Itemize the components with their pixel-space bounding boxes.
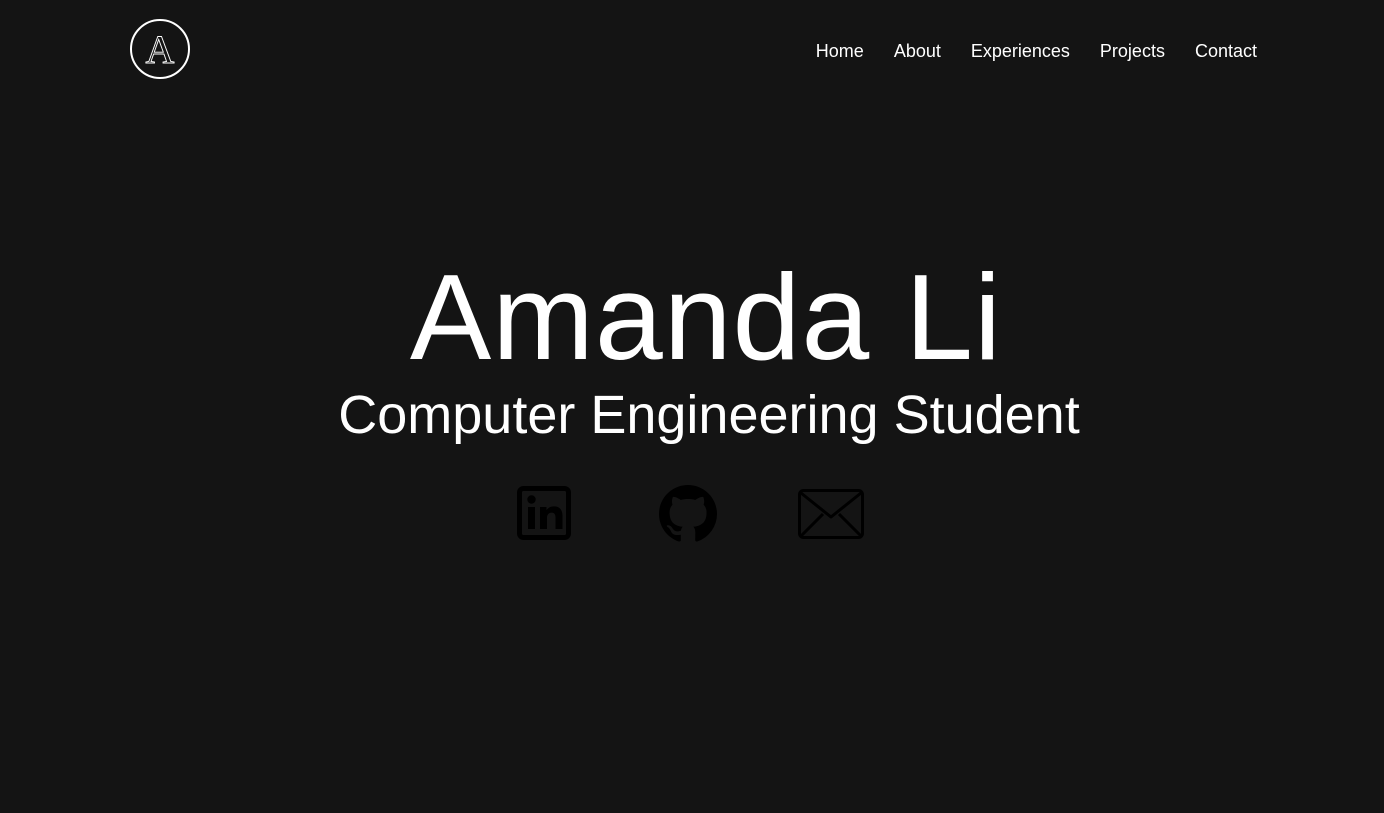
github-icon bbox=[659, 485, 717, 542]
nav-contact[interactable]: Contact bbox=[1195, 39, 1257, 63]
hero-name: Amanda Li bbox=[409, 249, 1003, 385]
logo-button[interactable]: A bbox=[130, 19, 190, 79]
logo-letter: A bbox=[145, 27, 175, 72]
github-link[interactable] bbox=[659, 485, 717, 543]
nav-projects[interactable]: Projects bbox=[1100, 39, 1165, 63]
linkedin-icon bbox=[517, 486, 571, 540]
linkedin-link[interactable] bbox=[517, 486, 571, 540]
nav-experiences[interactable]: Experiences bbox=[971, 39, 1070, 63]
email-link[interactable] bbox=[798, 489, 864, 539]
social-links bbox=[515, 485, 875, 545]
nav-home[interactable]: Home bbox=[816, 39, 864, 63]
mail-icon bbox=[798, 489, 864, 539]
nav-about[interactable]: About bbox=[894, 39, 941, 63]
main-nav: Home About Experiences Projects Contact bbox=[786, 39, 1257, 63]
hero-subtitle: Computer Engineering Student bbox=[338, 385, 1080, 445]
